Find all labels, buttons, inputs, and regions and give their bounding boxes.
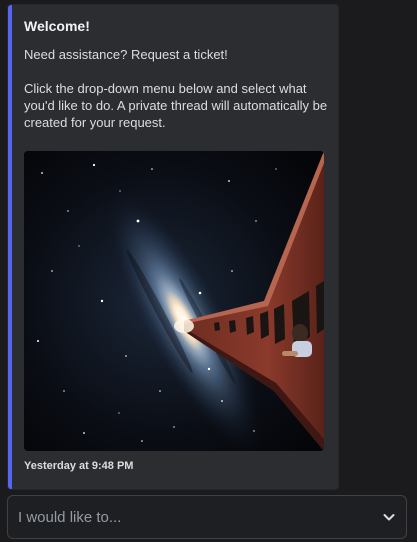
- embed-title: Welcome!: [24, 18, 90, 34]
- embed-accent-bar: [8, 5, 12, 489]
- welcome-embed: Welcome! Need assistance? Request a tick…: [7, 4, 339, 490]
- embed-description: Need assistance? Request a ticket! Click…: [24, 46, 329, 131]
- select-placeholder: I would like to...: [18, 509, 122, 526]
- embed-description-line: Click the drop-down menu below and selec…: [24, 81, 328, 130]
- ticket-select-menu[interactable]: I would like to...: [7, 495, 407, 539]
- galaxy-train-image: [24, 151, 324, 451]
- embed-description-line: Need assistance? Request a ticket!: [24, 47, 228, 62]
- chevron-down-icon[interactable]: [382, 510, 396, 524]
- embed-timestamp: Yesterday at 9:48 PM: [24, 460, 134, 472]
- embed-image[interactable]: [24, 151, 324, 451]
